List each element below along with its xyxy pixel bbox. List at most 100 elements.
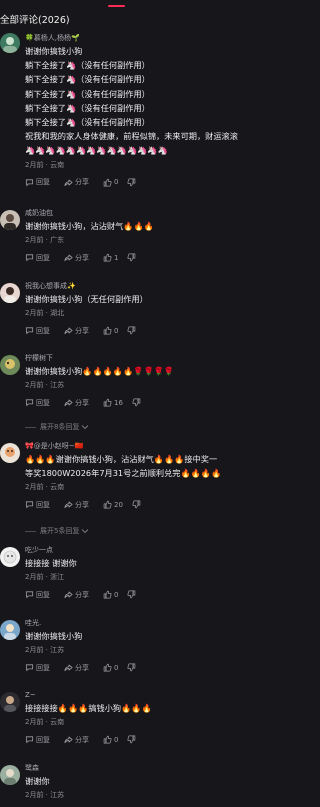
- thumb-down-icon: [127, 590, 136, 599]
- reply-button[interactable]: 回复: [25, 500, 50, 510]
- avatar[interactable]: [0, 692, 20, 712]
- comment-line: 躺下全接了🦄（没有任何副作用）: [25, 60, 150, 71]
- comment-actions: 回复 分享 1: [25, 252, 269, 263]
- dislike-button[interactable]: [127, 326, 138, 335]
- comment-body: 吃少一点 接接接 谢谢你 2月前 · 浙江 回复 分享 0: [25, 545, 269, 600]
- like-button[interactable]: 0: [103, 663, 118, 672]
- reply-icon: [25, 327, 34, 335]
- share-icon: [64, 501, 73, 509]
- avatar[interactable]: [0, 547, 20, 567]
- avatar[interactable]: [0, 620, 20, 640]
- share-button[interactable]: 分享: [64, 398, 89, 408]
- like-button[interactable]: 0: [103, 590, 118, 599]
- like-button[interactable]: 0: [103, 735, 118, 744]
- comment-line: 谢谢你搞钱小狗（无任何副作用）: [25, 294, 148, 304]
- reply-icon: [25, 399, 34, 407]
- share-label: 分享: [75, 326, 89, 335]
- share-button[interactable]: 分享: [64, 177, 89, 187]
- share-button[interactable]: 分享: [64, 500, 89, 510]
- comments-header: 全部评论(2026): [0, 15, 70, 26]
- comment-username[interactable]: 柠檬树下: [25, 353, 269, 364]
- comment-username[interactable]: 咸奶油包: [25, 208, 269, 219]
- share-button[interactable]: 分享: [64, 663, 89, 673]
- like-count: 0: [114, 326, 119, 335]
- comment-username[interactable]: 祝我心想事成✨: [25, 281, 269, 292]
- comment-username[interactable]: 鹭森: [25, 763, 269, 774]
- like-button[interactable]: 1: [103, 253, 118, 262]
- comment-actions: 回复 分享 20: [25, 499, 269, 510]
- comment-meta: 2月前 · 江苏: [25, 791, 65, 800]
- share-button[interactable]: 分享: [64, 326, 89, 336]
- comment-username[interactable]: 🍀慕杨人,杨杨🌱: [25, 33, 269, 44]
- avatar[interactable]: [0, 765, 20, 785]
- avatar[interactable]: [0, 443, 20, 463]
- share-label: 分享: [75, 178, 89, 187]
- share-button[interactable]: 分享: [64, 253, 89, 263]
- like-count: 0: [114, 663, 119, 672]
- comment-line: 接接接 谢谢你: [25, 558, 77, 568]
- dislike-button[interactable]: [127, 253, 138, 262]
- reply-icon: [25, 736, 34, 744]
- comment-meta: 2月前 · 云南: [25, 483, 65, 492]
- thumb-up-icon: [103, 178, 112, 187]
- comment-line: 谢谢你搞钱小狗: [25, 631, 83, 641]
- expand-replies-button[interactable]: 展开5条回复: [25, 526, 89, 536]
- thumb-up-icon: [103, 663, 112, 672]
- comment-username[interactable]: 🎀@是小赵呀~🇨🇳: [25, 441, 269, 452]
- like-button[interactable]: 0: [103, 326, 118, 335]
- divider-line: [25, 426, 36, 428]
- expand-replies-button[interactable]: 展开8条回复: [25, 422, 89, 432]
- like-button[interactable]: 0: [103, 178, 118, 187]
- avatar[interactable]: [0, 355, 20, 375]
- comment-actions: 回复 分享 0: [25, 325, 269, 336]
- thumb-up-icon: [103, 326, 112, 335]
- dislike-button[interactable]: [127, 735, 138, 744]
- comment-actions: 回复 分享 0: [25, 662, 269, 673]
- comment-meta: 2月前 · 云南: [25, 718, 65, 727]
- reply-button[interactable]: 回复: [25, 326, 50, 336]
- share-button[interactable]: 分享: [64, 590, 89, 600]
- comment-line: 祝我和我的家人身体健康，前程似锦，未来可期，财运滚滚: [25, 131, 238, 142]
- thumb-up-icon: [103, 590, 112, 599]
- thumb-down-icon: [127, 326, 136, 335]
- reply-icon: [25, 254, 34, 262]
- reply-icon: [25, 501, 34, 509]
- active-tab-indicator: [108, 5, 125, 7]
- comment-username[interactable]: 吃少一点: [25, 545, 269, 556]
- reply-label: 回复: [36, 253, 50, 262]
- avatar[interactable]: [0, 210, 20, 230]
- reply-icon: [25, 664, 34, 672]
- dislike-button[interactable]: [127, 178, 138, 187]
- thumb-down-icon: [132, 398, 141, 407]
- reply-button[interactable]: 回复: [25, 398, 50, 408]
- comment-username[interactable]: 哇光.: [25, 618, 269, 629]
- reply-button[interactable]: 回复: [25, 177, 50, 187]
- comment-meta: 2月前 · 浙江: [25, 573, 65, 582]
- reply-label: 回复: [36, 735, 50, 744]
- reply-icon: [25, 591, 34, 599]
- thumb-down-icon: [127, 735, 136, 744]
- dislike-button[interactable]: [132, 398, 143, 407]
- comment-body: 哇光. 谢谢你搞钱小狗 2月前 · 江苏 回复 分享 0: [25, 618, 269, 673]
- reply-button[interactable]: 回复: [25, 590, 50, 600]
- reply-button[interactable]: 回复: [25, 253, 50, 263]
- top-tab-indicator-bar: [0, 0, 273, 10]
- reply-button[interactable]: 回复: [25, 735, 50, 745]
- expand-replies-label: 展开8条回复: [40, 423, 80, 431]
- reply-label: 回复: [36, 178, 50, 187]
- comment-username[interactable]: Z~: [25, 690, 269, 701]
- comment-actions: 回复 分享 0: [25, 734, 269, 745]
- dislike-button[interactable]: [132, 500, 143, 509]
- comment-body: 🍀慕杨人,杨杨🌱 谢谢你搞钱小狗 躺下全接了🦄（没有任何副作用） 躺下全接了🦄（…: [25, 33, 269, 188]
- reply-button[interactable]: 回复: [25, 663, 50, 673]
- like-button[interactable]: 16: [103, 398, 123, 407]
- avatar[interactable]: [0, 283, 20, 303]
- share-button[interactable]: 分享: [64, 735, 89, 745]
- chevron-down-icon: [82, 529, 89, 534]
- dislike-button[interactable]: [127, 663, 138, 672]
- reply-label: 回复: [36, 590, 50, 599]
- avatar[interactable]: [0, 33, 20, 53]
- comment-body: 鹭森 谢谢你 2月前 · 江苏: [25, 763, 269, 801]
- like-button[interactable]: 20: [103, 500, 123, 509]
- dislike-button[interactable]: [127, 590, 138, 599]
